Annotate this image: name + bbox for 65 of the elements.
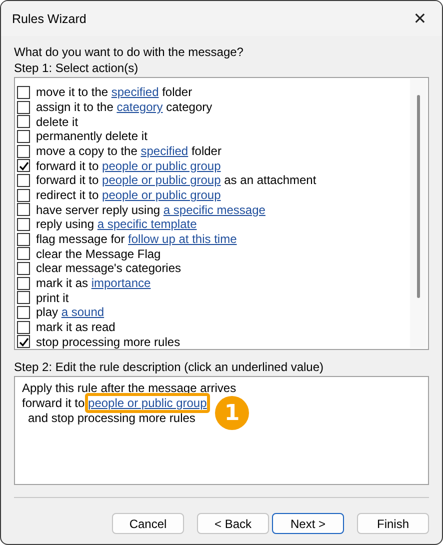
action-label[interactable]: mark it as importance — [36, 276, 151, 290]
value-link[interactable]: category — [116, 100, 163, 114]
value-link[interactable]: a sound — [61, 305, 104, 320]
checkbox[interactable] — [17, 291, 30, 304]
action-label[interactable]: forward it to people or public group — [36, 158, 221, 173]
checkbox[interactable] — [17, 159, 30, 172]
checkbox[interactable] — [17, 86, 30, 99]
scrollbar[interactable] — [410, 79, 427, 348]
checkbox[interactable] — [17, 306, 30, 319]
value-link[interactable]: importance — [91, 276, 151, 290]
action-label[interactable]: have server reply using a specific message — [36, 202, 266, 217]
checkbox[interactable] — [17, 203, 30, 216]
check-icon — [18, 160, 28, 171]
checkbox[interactable] — [17, 144, 30, 158]
value-link[interactable]: people or public group — [85, 393, 210, 413]
value-link[interactable]: people or public group — [102, 158, 221, 173]
action-label[interactable]: move a copy to the specified folder — [36, 144, 222, 158]
action-label[interactable]: redirect it to people or public group — [36, 188, 221, 202]
value-link[interactable]: a specific template — [97, 217, 197, 232]
value-link[interactable]: people or public group — [102, 173, 221, 188]
callout-badge: 1 — [215, 396, 249, 430]
checkbox[interactable] — [17, 218, 30, 231]
action-label[interactable]: stop processing more rules — [36, 334, 180, 349]
checkbox[interactable] — [17, 232, 30, 246]
action-label[interactable]: permanently delete it — [36, 129, 148, 144]
dialog-button[interactable]: < Back — [197, 513, 269, 534]
checkbox[interactable] — [17, 100, 30, 114]
step-label: Step 2: Edit the rule description (click an underlined value) — [14, 359, 325, 375]
action-label[interactable]: print it — [36, 290, 69, 305]
action-label[interactable]: mark it as read — [36, 320, 116, 334]
step-label: Step 1: Select action(s) — [14, 60, 140, 76]
action-label[interactable]: clear the Message Flag — [36, 246, 161, 261]
dialog-button[interactable]: Finish — [357, 513, 429, 534]
value-link[interactable]: specified — [111, 85, 159, 100]
value-link[interactable]: follow up at this time — [128, 232, 237, 246]
description-line: forward it to people or public group — [22, 396, 207, 411]
close-button[interactable]: ✕ — [398, 1, 442, 36]
scrollbar-thumb[interactable] — [417, 95, 420, 298]
action-label[interactable]: assign it to the category category — [36, 100, 212, 114]
check-icon — [18, 336, 28, 347]
action-label[interactable]: clear message's categories — [36, 261, 182, 276]
checkbox[interactable] — [17, 130, 30, 143]
checkbox[interactable] — [17, 276, 30, 290]
question-text: What do you want to do with the message? — [14, 44, 244, 60]
checkbox[interactable] — [17, 247, 30, 260]
checkbox[interactable] — [17, 188, 30, 202]
action-label[interactable]: forward it to people or public group as an attachment — [36, 173, 316, 188]
description-line: Apply this rule after the message arrives — [22, 381, 236, 396]
value-link[interactable]: a specific message — [163, 202, 266, 217]
action-label[interactable]: reply using a specific template — [36, 217, 197, 232]
action-label[interactable]: play a sound — [36, 305, 104, 320]
action-label[interactable]: delete it — [36, 114, 78, 129]
checkbox[interactable] — [17, 115, 30, 128]
checkbox[interactable] — [17, 262, 30, 275]
dialog-button[interactable]: Next > — [272, 513, 344, 534]
value-link[interactable]: people or public group — [102, 188, 221, 202]
checkbox[interactable] — [17, 174, 30, 187]
action-label[interactable]: move it to the specified folder — [36, 85, 192, 100]
checkbox[interactable] — [17, 335, 30, 348]
value-link[interactable]: specified — [140, 144, 188, 158]
checkbox[interactable] — [17, 320, 30, 334]
dialog-button[interactable]: Cancel — [112, 513, 184, 534]
window-title: Rules Wizard — [12, 12, 86, 26]
description-line: and stop processing more rules — [28, 411, 196, 426]
action-label[interactable]: flag message for follow up at this time — [36, 232, 237, 246]
